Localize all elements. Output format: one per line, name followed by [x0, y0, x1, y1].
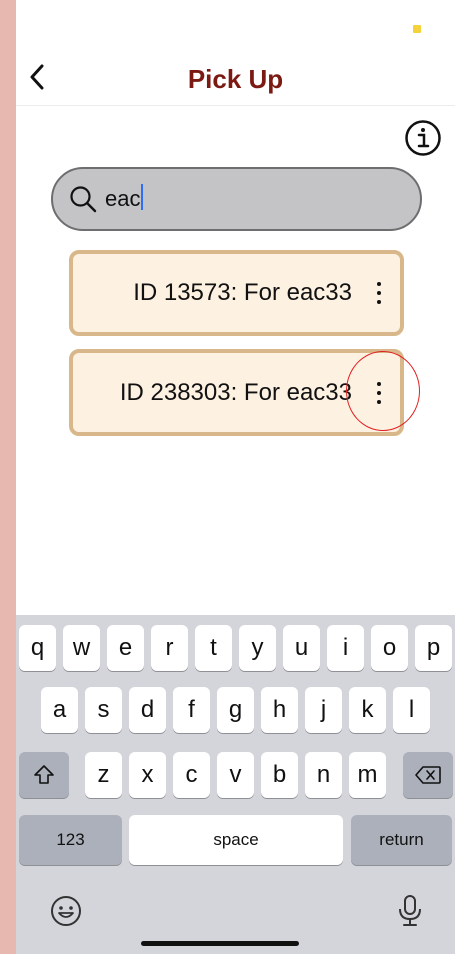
key-i[interactable]: i: [327, 625, 364, 671]
space-key[interactable]: space: [129, 815, 343, 865]
return-key[interactable]: return: [351, 815, 452, 865]
list-item-label: ID 238303: For eac33: [119, 378, 352, 406]
more-options-button[interactable]: [368, 373, 390, 413]
keyboard: q w e r t y u i o p a s d f g h j k l z …: [16, 615, 455, 954]
delete-key[interactable]: [403, 752, 453, 798]
page-title: Pick Up: [187, 64, 284, 94]
key-v[interactable]: v: [217, 752, 254, 798]
list-item[interactable]: ID 238303: For eac33: [69, 349, 404, 436]
key-z[interactable]: z: [85, 752, 122, 798]
key-b[interactable]: b: [261, 752, 298, 798]
key-y[interactable]: y: [239, 625, 276, 671]
more-options-button[interactable]: [368, 273, 390, 313]
key-f[interactable]: f: [173, 687, 210, 733]
key-s[interactable]: s: [85, 687, 122, 733]
home-indicator[interactable]: [141, 941, 299, 946]
info-icon: [405, 120, 441, 156]
microphone-icon: [399, 895, 421, 926]
key-q[interactable]: q: [19, 625, 56, 671]
status-indicator: [413, 25, 421, 33]
key-l[interactable]: l: [393, 687, 430, 733]
key-o[interactable]: o: [371, 625, 408, 671]
numbers-key[interactable]: 123: [19, 815, 122, 865]
key-n[interactable]: n: [305, 752, 342, 798]
key-a[interactable]: a: [41, 687, 78, 733]
phone-screen: Pick Up eac ID 13573: For eac33 ID 23830…: [16, 0, 455, 954]
key-u[interactable]: u: [283, 625, 320, 671]
search-input[interactable]: eac: [105, 186, 140, 212]
key-j[interactable]: j: [305, 687, 342, 733]
emoji-button[interactable]: [48, 893, 84, 929]
key-g[interactable]: g: [217, 687, 254, 733]
key-t[interactable]: t: [195, 625, 232, 671]
key-p[interactable]: p: [415, 625, 452, 671]
key-m[interactable]: m: [349, 752, 386, 798]
key-r[interactable]: r: [151, 625, 188, 671]
key-x[interactable]: x: [129, 752, 166, 798]
key-h[interactable]: h: [261, 687, 298, 733]
key-d[interactable]: d: [129, 687, 166, 733]
key-k[interactable]: k: [349, 687, 386, 733]
dictation-button[interactable]: [392, 893, 428, 929]
key-c[interactable]: c: [173, 752, 210, 798]
list-item[interactable]: ID 13573: For eac33: [69, 250, 404, 336]
emoji-icon: [51, 896, 81, 926]
list-item-label: ID 13573: For eac33: [133, 279, 352, 306]
shift-icon: [34, 765, 54, 784]
backspace-icon: [415, 766, 441, 784]
shift-key[interactable]: [19, 752, 69, 798]
search-icon: [70, 186, 97, 213]
info-button[interactable]: [404, 119, 442, 157]
navigation-bar: Pick Up: [16, 50, 455, 106]
text-cursor: [141, 184, 144, 210]
key-e[interactable]: e: [107, 625, 144, 671]
search-bar[interactable]: eac: [51, 167, 422, 231]
key-w[interactable]: w: [63, 625, 100, 671]
